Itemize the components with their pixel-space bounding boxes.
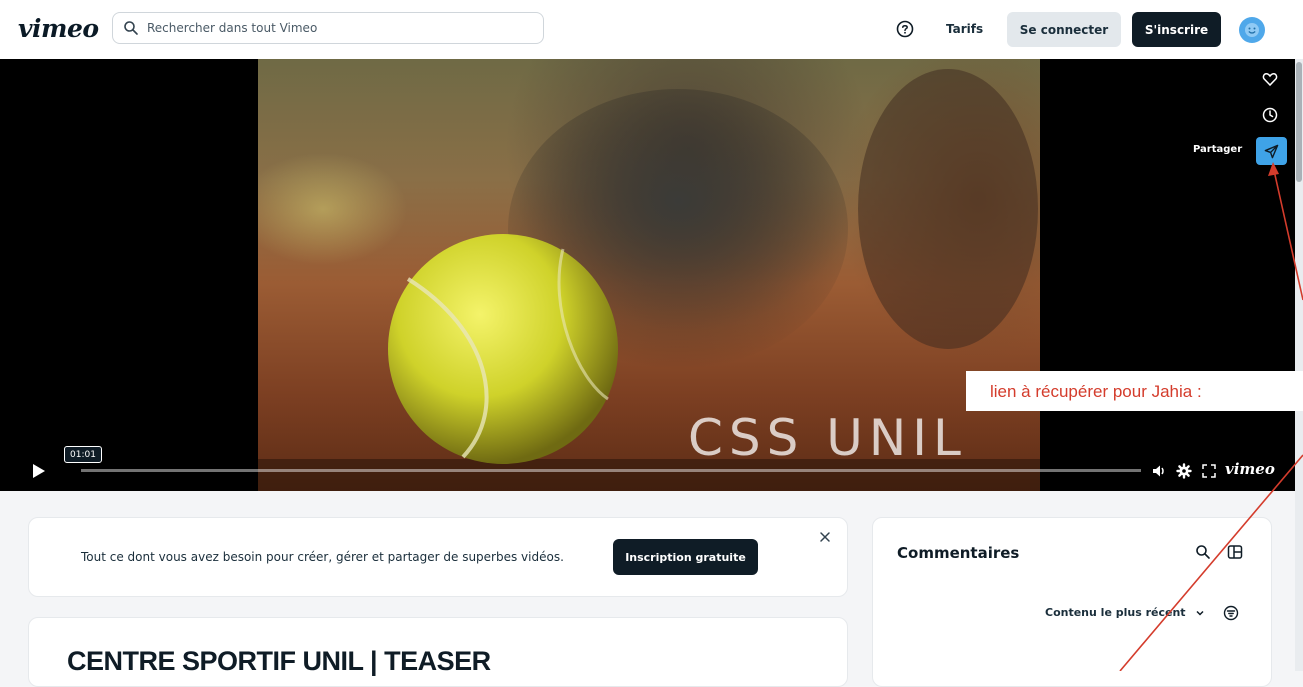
player-vimeo-logo[interactable]: vimeo [1225, 460, 1275, 478]
volume-icon[interactable] [1151, 463, 1167, 479]
scrollbar-thumb[interactable] [1296, 62, 1302, 182]
settings-icon[interactable] [1176, 463, 1192, 479]
timestamp-tooltip: 01:01 [64, 446, 102, 463]
avatar[interactable] [1239, 17, 1265, 43]
heart-icon[interactable] [1262, 71, 1278, 87]
fullscreen-icon[interactable] [1201, 463, 1217, 479]
comments-panel: Commentaires Contenu le plus récent [872, 517, 1272, 687]
play-icon[interactable] [28, 461, 48, 481]
chevron-down-icon[interactable] [1195, 608, 1205, 618]
top-navbar: vimeo Rechercher dans tout Vimeo Tarifs … [0, 0, 1303, 60]
pricing-link[interactable]: Tarifs [946, 22, 983, 36]
signup-promo: Tout ce dont vous avez besoin pour créer… [28, 517, 848, 597]
video-frame[interactable]: CSS UNIL [258, 59, 1040, 491]
share-button[interactable] [1256, 137, 1287, 165]
send-icon [1264, 144, 1279, 158]
search-input[interactable]: Rechercher dans tout Vimeo [112, 12, 544, 44]
free-signup-button[interactable]: Inscription gratuite [613, 539, 758, 575]
video-overlay-title: CSS UNIL [688, 409, 967, 467]
vimeo-logo[interactable]: vimeo [18, 14, 99, 43]
video-title: CENTRE SPORTIF UNIL | TEASER [67, 646, 491, 676]
comments-title: Commentaires [897, 544, 1020, 562]
share-label: Partager [1193, 144, 1243, 155]
progress-bar[interactable] [81, 469, 1141, 472]
panel-layout-icon[interactable] [1227, 544, 1243, 560]
video-player[interactable]: CSS UNIL Partager 01:01 vimeo [0, 59, 1295, 491]
video-info-card: CENTRE SPORTIF UNIL | TEASER [28, 617, 848, 687]
promo-text: Tout ce dont vous avez besoin pour créer… [81, 550, 564, 564]
filter-icon[interactable] [1223, 605, 1239, 621]
search-placeholder: Rechercher dans tout Vimeo [147, 21, 318, 35]
help-icon[interactable] [896, 20, 914, 38]
login-button[interactable]: Se connecter [1007, 12, 1121, 47]
comments-sort-select[interactable]: Contenu le plus récent [1045, 606, 1186, 619]
search-icon [124, 21, 138, 35]
smiley-icon [1245, 23, 1259, 37]
annotation-text: lien à récupérer pour Jahia : [990, 382, 1202, 401]
clock-icon[interactable] [1262, 107, 1278, 123]
signup-button[interactable]: S'inscrire [1132, 12, 1221, 47]
close-icon[interactable] [819, 531, 831, 543]
comments-search-icon[interactable] [1195, 544, 1211, 560]
